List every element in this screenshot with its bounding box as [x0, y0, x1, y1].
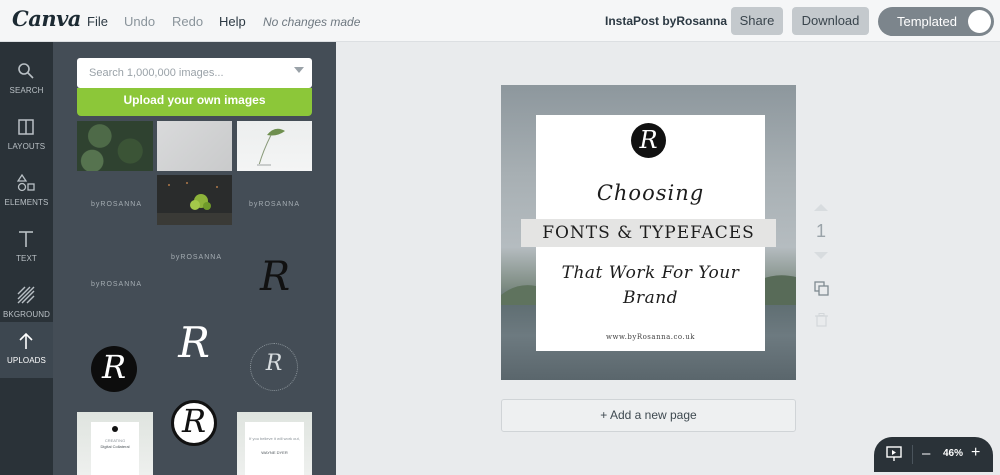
- upload-thumb-brand-2[interactable]: byROSANNA: [237, 175, 312, 225]
- copy-page-icon[interactable]: [814, 281, 829, 296]
- background-icon: [17, 286, 35, 304]
- sidebar-item-search[interactable]: SEARCH: [0, 52, 53, 108]
- card-line-2: Digital Collateral: [100, 444, 130, 449]
- subheading-text[interactable]: That Work For Your Brand: [536, 261, 765, 311]
- uploads-panel: Search 1,000,000 images... Upload your o…: [53, 42, 336, 475]
- top-bar: Canva File Undo Redo Help No changes mad…: [0, 0, 1000, 42]
- upload-icon: [19, 332, 33, 349]
- upload-thumb-party[interactable]: [157, 175, 232, 225]
- logo-letter: R: [259, 254, 291, 300]
- plant-image: [257, 128, 285, 166]
- upload-thumb-leaves[interactable]: [77, 121, 153, 171]
- sidebar-item-label: ELEMENTS: [4, 198, 49, 207]
- sidebar-item-elements[interactable]: ELEMENTS: [0, 164, 53, 220]
- upload-thumb-r-white[interactable]: R: [157, 312, 232, 382]
- move-page-down-icon[interactable]: [814, 252, 828, 259]
- layouts-icon: [18, 119, 34, 135]
- logo-letter: R: [101, 348, 127, 386]
- zoom-bar: – 46% +: [874, 437, 993, 472]
- upload-thumb-brand-3[interactable]: byROSANNA: [77, 254, 153, 304]
- logo-letter: R: [265, 351, 283, 376]
- search-icon: [18, 63, 34, 79]
- quote-author: WAYNE DYER: [261, 450, 288, 455]
- brand-mark: byROSANNA: [171, 254, 223, 261]
- trash-icon[interactable]: [815, 313, 828, 327]
- move-page-up-icon[interactable]: [814, 204, 828, 211]
- zoom-out-button[interactable]: –: [922, 445, 930, 462]
- image-search-input[interactable]: Search 1,000,000 images...: [77, 58, 312, 88]
- chevron-down-icon[interactable]: [294, 67, 304, 73]
- logo-letter: R: [178, 318, 210, 367]
- brand-mark: byROSANNA: [91, 281, 143, 288]
- share-button[interactable]: Share: [731, 7, 783, 35]
- canva-logo[interactable]: Canva: [12, 6, 81, 31]
- upload-thumb-brand-4[interactable]: byROSANNA: [157, 234, 232, 284]
- subheading-line-1: That Work For Your: [561, 263, 740, 283]
- present-icon[interactable]: [886, 446, 902, 462]
- sidebar-item-label: SEARCH: [9, 86, 44, 95]
- quote-line: If you believe it will work out,: [249, 436, 300, 441]
- sidebar-rail: SEARCH LAYOUTS ELEMENTS TEXT BKGROUND UP…: [0, 42, 53, 475]
- upload-thumb-plant[interactable]: [237, 121, 312, 171]
- text-card[interactable]: R Choosing FONTS & TYPEFACES That Work F…: [521, 115, 776, 351]
- page-number: 1: [815, 221, 826, 241]
- party-image: [157, 182, 232, 225]
- card-dot: [112, 426, 118, 432]
- upload-thumb-card-quote[interactable]: If you believe it will work out, WAYNE D…: [237, 412, 312, 475]
- logo-letter: R: [181, 402, 207, 440]
- upload-thumb-brand[interactable]: byROSANNA: [77, 175, 153, 225]
- document-title[interactable]: InstaPost byRosanna: [605, 14, 727, 28]
- subheading-line-2: Brand: [622, 288, 679, 308]
- upload-thumb-texture[interactable]: [157, 121, 232, 171]
- menu-redo[interactable]: Redo: [172, 14, 203, 29]
- upload-thumb-r-script[interactable]: R: [237, 254, 312, 314]
- sidebar-item-label: BKGROUND: [2, 310, 51, 319]
- templated-toggle[interactable]: Templated: [878, 7, 994, 36]
- brand-mark: byROSANNA: [91, 201, 143, 208]
- menu-undo[interactable]: Undo: [124, 14, 155, 29]
- heading-text[interactable]: Choosing: [536, 181, 765, 205]
- design-page[interactable]: R Choosing FONTS & TYPEFACES That Work F…: [501, 85, 796, 380]
- sidebar-item-uploads[interactable]: UPLOADS: [0, 322, 53, 378]
- save-status: No changes made: [263, 15, 361, 29]
- sidebar-item-label: TEXT: [16, 254, 37, 263]
- elements-icon: [17, 174, 35, 192]
- divider: [912, 445, 913, 464]
- zoom-level[interactable]: 46%: [938, 448, 968, 459]
- toggle-knob: [968, 10, 991, 33]
- upload-images-button[interactable]: Upload your own images: [77, 88, 312, 116]
- card-panel: [245, 422, 304, 475]
- sidebar-item-text[interactable]: TEXT: [0, 220, 53, 276]
- add-page-button[interactable]: + Add a new page: [501, 399, 796, 432]
- upload-thumb-r-circle-black[interactable]: R: [77, 334, 153, 404]
- upload-thumb-r-badge[interactable]: R: [237, 334, 312, 404]
- sidebar-item-label: UPLOADS: [7, 356, 46, 365]
- menu-help[interactable]: Help: [219, 14, 246, 29]
- page-tools: 1: [808, 200, 834, 330]
- text-icon: [19, 231, 33, 247]
- sidebar-item-layouts[interactable]: LAYOUTS: [0, 108, 53, 164]
- download-button[interactable]: Download: [792, 7, 869, 35]
- templated-toggle-label: Templated: [897, 14, 957, 29]
- website-text[interactable]: www.byRosanna.co.uk: [536, 333, 765, 341]
- brand-mark: byROSANNA: [249, 201, 301, 208]
- zoom-in-button[interactable]: +: [971, 444, 980, 462]
- sidebar-item-label: LAYOUTS: [7, 142, 46, 151]
- upload-thumb-r-circle-white[interactable]: R: [157, 390, 232, 475]
- card-line-1: CREATING: [104, 438, 126, 443]
- brand-logo[interactable]: R: [631, 123, 666, 158]
- banner-text[interactable]: FONTS & TYPEFACES: [521, 219, 776, 247]
- menu-file[interactable]: File: [87, 14, 108, 29]
- search-placeholder: Search 1,000,000 images...: [89, 67, 224, 79]
- upload-thumb-card-collateral[interactable]: CREATING Digital Collateral: [77, 412, 153, 475]
